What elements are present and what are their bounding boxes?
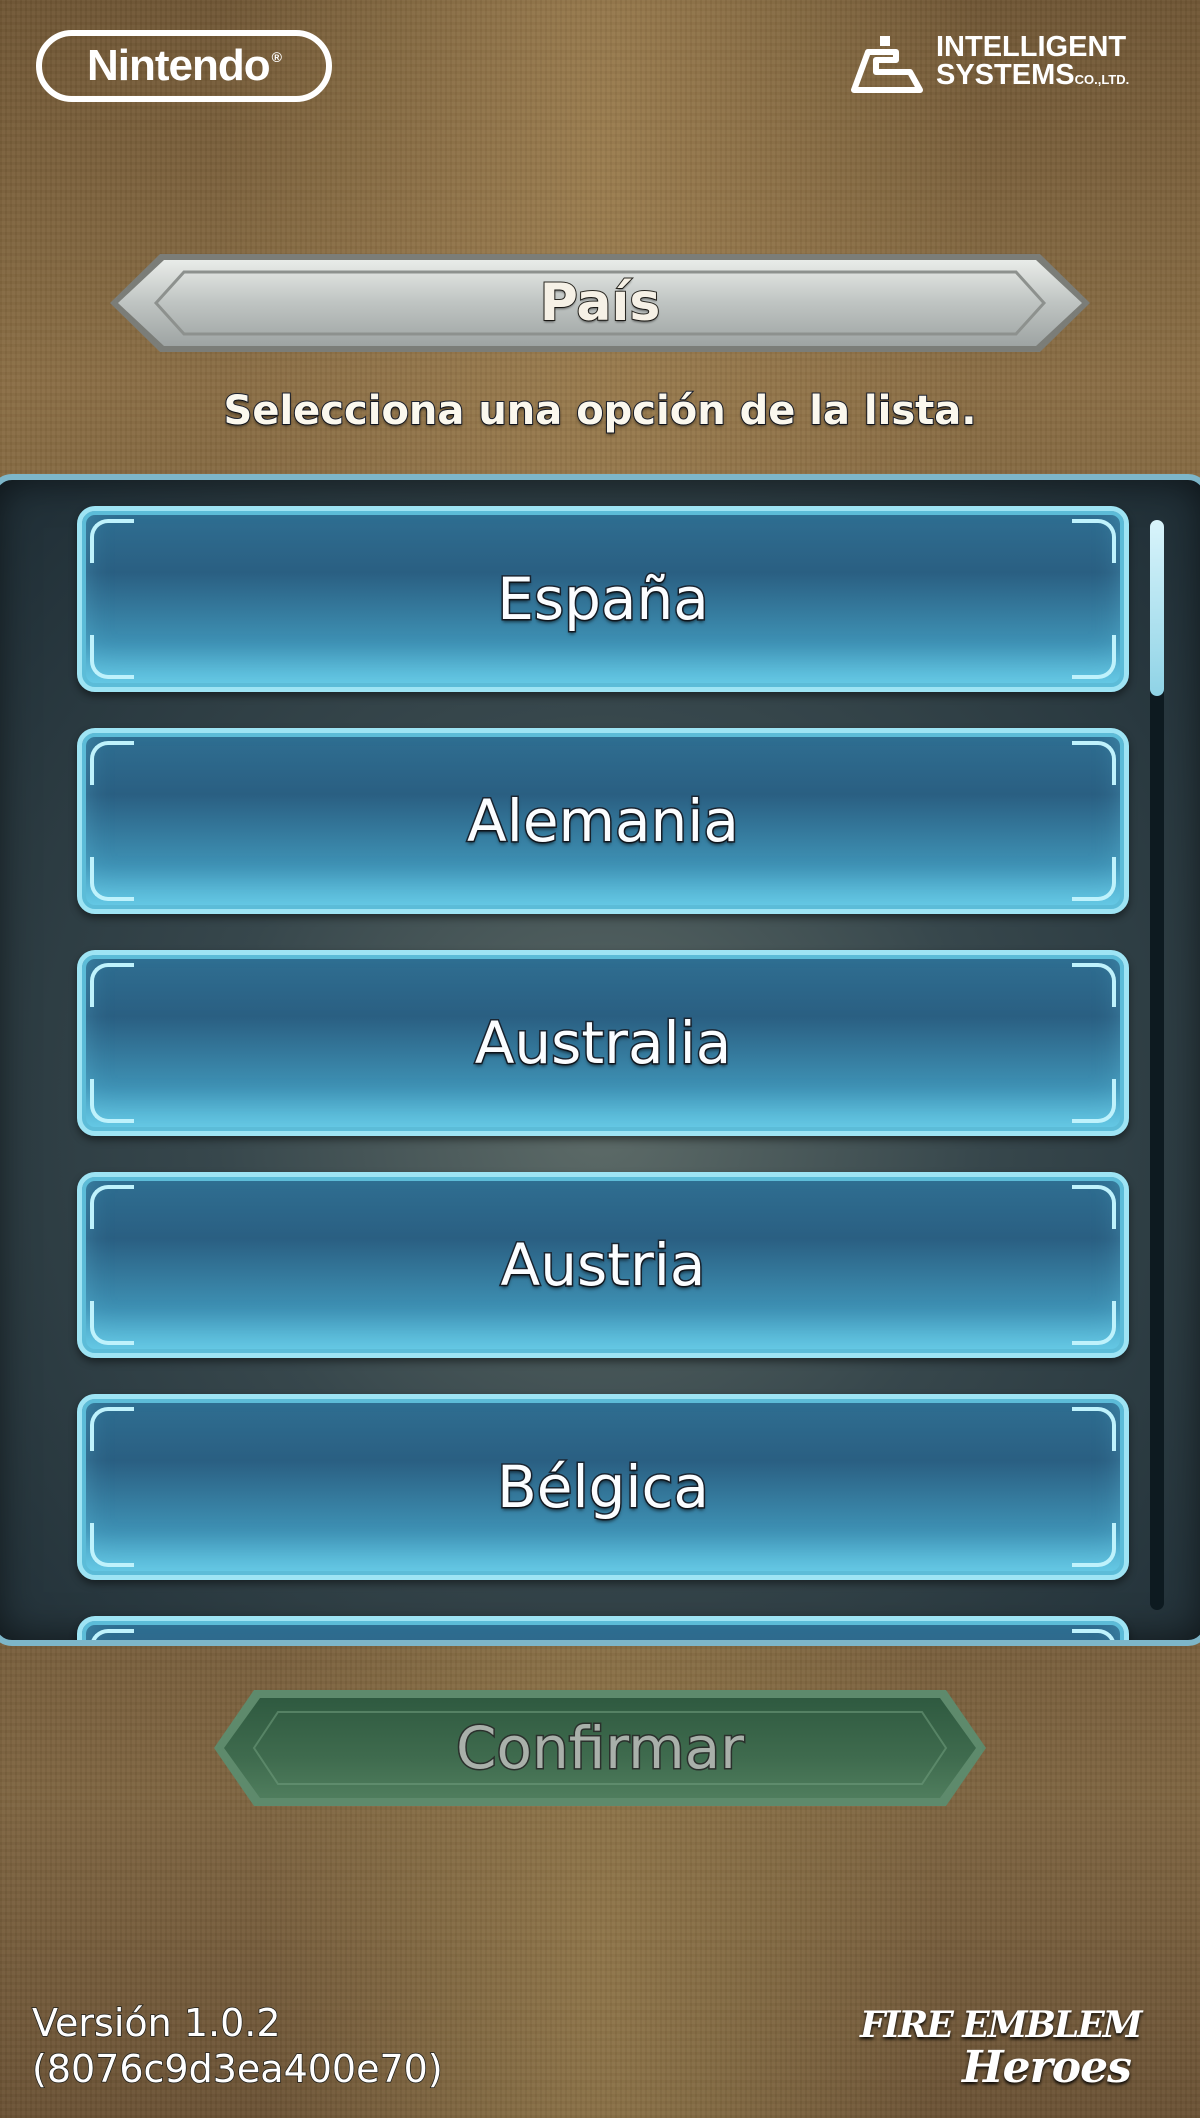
country-list: España Alemania Australia Austria Bélgic… bbox=[77, 506, 1129, 1640]
country-option-label: Alemania bbox=[466, 786, 741, 857]
country-option-next-partial[interactable] bbox=[77, 1616, 1129, 1640]
country-option-australia[interactable]: Australia bbox=[77, 950, 1129, 1136]
intelligent-systems-icon bbox=[851, 36, 923, 93]
game-logo-line1: FIRE EMBLEM bbox=[860, 2004, 1143, 2046]
country-option-alemania[interactable]: Alemania bbox=[77, 728, 1129, 914]
country-option-label: Australia bbox=[473, 1008, 733, 1079]
country-option-label: Austria bbox=[499, 1230, 707, 1301]
list-scrollbar[interactable] bbox=[1150, 520, 1164, 1610]
list-scrollbar-thumb[interactable] bbox=[1150, 520, 1164, 696]
confirm-button-label: Confirmar bbox=[455, 1713, 746, 1784]
nintendo-logo-text: Nintendo bbox=[87, 41, 271, 90]
country-option-austria[interactable]: Austria bbox=[77, 1172, 1129, 1358]
country-option-belgica[interactable]: Bélgica bbox=[77, 1394, 1129, 1580]
fire-emblem-heroes-logo: FIRE EMBLEM Heroes bbox=[852, 2000, 1172, 2100]
is-logo-suffix: CO.,LTD. bbox=[1074, 71, 1130, 87]
game-logo-line2: Heroes bbox=[962, 2042, 1132, 2093]
instructions-text: Selecciona una opción de la lista. bbox=[223, 387, 978, 435]
version-number: Versión 1.0.2 bbox=[31, 2000, 281, 2046]
country-list-panel[interactable]: España Alemania Australia Austria Bélgic… bbox=[0, 474, 1200, 1646]
is-logo-line2: SYSTEMS bbox=[936, 58, 1075, 91]
intelligent-systems-logo: INTELLIGENT SYSTEMSCO.,LTD. bbox=[850, 28, 1170, 98]
page-title: País bbox=[539, 272, 662, 334]
country-option-label: España bbox=[496, 564, 711, 635]
country-option-espana[interactable]: España bbox=[77, 506, 1129, 692]
nintendo-logo: Nintendo ® bbox=[36, 30, 332, 102]
country-option-label: Bélgica bbox=[496, 1452, 711, 1523]
version-info: Versión 1.0.2 (8076c9d3ea400e70) bbox=[31, 2000, 443, 2092]
title-plate: País bbox=[110, 248, 1090, 358]
confirm-button[interactable]: Confirmar bbox=[214, 1686, 986, 1810]
is-logo-line1: INTELLIGENT bbox=[936, 30, 1127, 63]
version-hash: (8076c9d3ea400e70) bbox=[31, 2046, 443, 2092]
